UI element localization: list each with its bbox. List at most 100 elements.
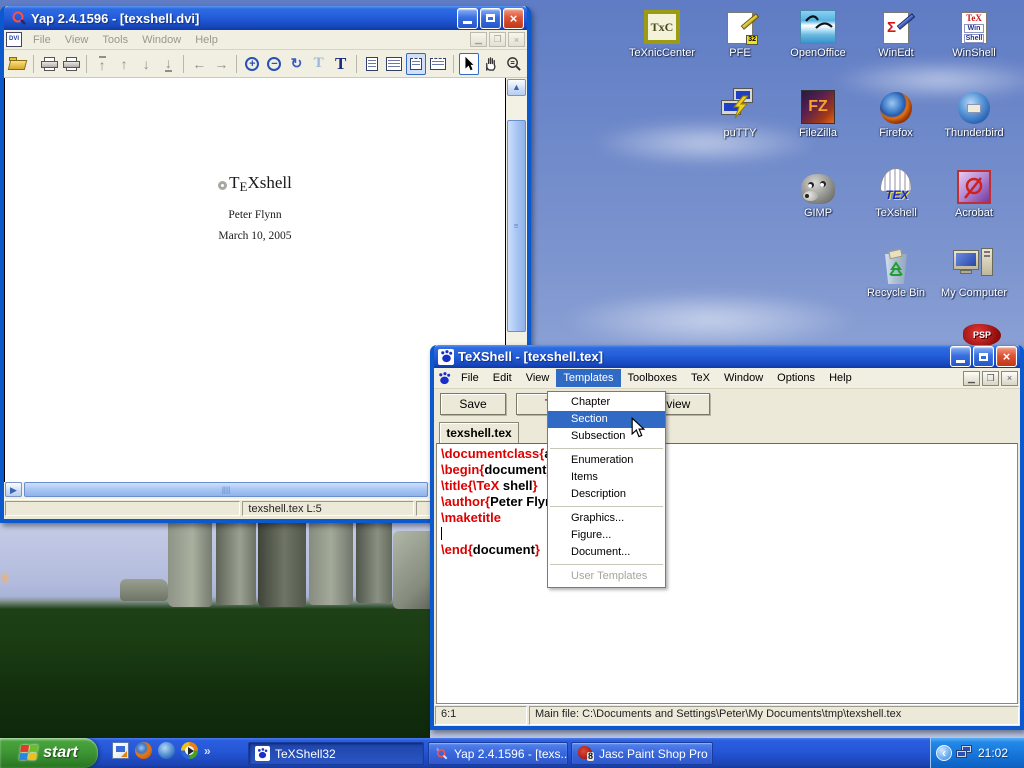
stone	[393, 531, 430, 609]
desktop-icon-filezilla[interactable]: FZ FileZilla	[779, 86, 857, 139]
task-button-yap[interactable]: Yap 2.4.1596 - [texs...	[428, 742, 568, 765]
menu-item-section[interactable]: Section	[548, 411, 665, 428]
menu-toolboxes[interactable]: Toolboxes	[621, 369, 685, 387]
openoffice-icon	[800, 10, 836, 44]
desktop-icon-recyclebin[interactable]: Recycle Bin	[857, 246, 935, 299]
menu-options[interactable]: Options	[770, 369, 822, 387]
texniccenter-glyph: TxC	[651, 20, 674, 35]
menu-item-chapter[interactable]: Chapter	[548, 394, 665, 411]
quick-launch: »	[112, 742, 211, 759]
menu-file[interactable]: File	[454, 369, 486, 387]
texshell-editor[interactable]: \documentclass{article} \begin{document}…	[436, 443, 1018, 704]
menu-item-graphics[interactable]: Graphics...	[548, 510, 665, 527]
yap-menu-window[interactable]: Window	[135, 31, 188, 49]
menu-item-items[interactable]: Items	[548, 469, 665, 486]
horizontal-scroll-thumb[interactable]: ||||	[24, 482, 428, 497]
print-button[interactable]	[39, 53, 59, 75]
texshell-minimize-button[interactable]	[950, 346, 971, 367]
desktop-icon-gimp[interactable]: GIMP	[779, 166, 857, 219]
menu-templates[interactable]: Templates	[556, 369, 620, 387]
continuous-view-button[interactable]	[406, 53, 426, 75]
desktop-icon-winedt[interactable]: Σ WinEdt	[857, 6, 935, 59]
yap-target-ring	[218, 181, 227, 190]
firefox-quicklaunch-icon[interactable]	[135, 742, 152, 759]
text-tool-button[interactable]: T	[331, 53, 351, 75]
yap-mdi-minimize-button[interactable]: ▁	[470, 32, 487, 47]
desktop-icon-putty[interactable]: puTTY	[701, 86, 779, 139]
taskbar-clock[interactable]: 21:02	[978, 746, 1008, 760]
zoom-out-button[interactable]: −	[264, 53, 284, 75]
desktop-icon-mycomputer[interactable]: My Computer	[935, 246, 1013, 299]
menu-item-description[interactable]: Description	[548, 486, 665, 503]
previous-page-button[interactable]: ↑	[114, 53, 134, 75]
task-button-jasc[interactable]: 8 Jasc Paint Shop Pro	[571, 742, 713, 765]
yap-mdi-close-button[interactable]: ×	[508, 32, 525, 47]
refresh-button[interactable]: ↻	[286, 53, 306, 75]
desktop-icon-firefox[interactable]: Firefox	[857, 86, 935, 139]
vertical-scroll-thumb[interactable]: ≡	[507, 120, 526, 332]
last-page-button[interactable]: ↓	[158, 53, 178, 75]
facing-page-view-button[interactable]	[384, 53, 404, 75]
back-button[interactable]: ←	[189, 53, 209, 75]
save-button[interactable]: Save	[440, 393, 506, 415]
zoom-in-button[interactable]: +	[242, 53, 262, 75]
menu-item-enumeration[interactable]: Enumeration	[548, 452, 665, 469]
editor-line: \begin{document}	[441, 462, 1017, 478]
menu-item-figure[interactable]: Figure...	[548, 527, 665, 544]
texshell-close-button[interactable]: ×	[996, 346, 1017, 367]
shell-glyph: Shell	[964, 34, 984, 43]
desktop-icon-winshell[interactable]: TeX Win Shell WinShell	[935, 6, 1013, 59]
texshell-titlebar[interactable]: TeXShell - [texshell.tex] ×	[434, 345, 1020, 368]
desktop-icon-pfe[interactable]: 32 PFE	[701, 6, 779, 59]
yap-mdi-restore-button[interactable]: ❐	[489, 32, 506, 47]
menu-item-document[interactable]: Document...	[548, 544, 665, 561]
yap-titlebar[interactable]: Yap 2.4.1596 - [texshell.dvi] ×	[4, 6, 527, 30]
yap-menu-file[interactable]: File	[26, 31, 58, 49]
continuous-facing-view-button[interactable]	[428, 53, 448, 75]
yap-menu-view[interactable]: View	[58, 31, 96, 49]
show-desktop-icon[interactable]	[112, 742, 129, 759]
menu-item-subsection[interactable]: Subsection	[548, 428, 665, 445]
media-player-icon[interactable]	[181, 742, 198, 759]
yap-toolbar: ↑ ↑ ↓ ↓ ← → + − ↻ T T	[4, 50, 527, 78]
select-tool-button[interactable]	[459, 53, 479, 75]
desktop-icon-openoffice[interactable]: OpenOffice	[779, 6, 857, 59]
task-label: Jasc Paint Shop Pro	[599, 747, 708, 761]
network-tray-icon[interactable]	[956, 745, 974, 761]
yap-menu-help[interactable]: Help	[188, 31, 225, 49]
scroll-up-button[interactable]: ▲	[507, 79, 526, 96]
next-page-button[interactable]: ↓	[136, 53, 156, 75]
first-page-button[interactable]: ↑	[92, 53, 112, 75]
menu-window[interactable]: Window	[717, 369, 770, 387]
mdi-restore-button[interactable]: ❐	[982, 371, 999, 386]
tab-texshell-tex[interactable]: texshell.tex	[439, 422, 519, 443]
ruler-tool-button[interactable]: T	[309, 53, 329, 75]
menu-view[interactable]: View	[519, 369, 557, 387]
texshell-maximize-button[interactable]	[973, 346, 994, 367]
thunderbird-quicklaunch-icon[interactable]	[158, 742, 175, 759]
quicklaunch-chevron[interactable]: »	[204, 744, 211, 758]
print-setup-button[interactable]	[61, 53, 81, 75]
desktop-icon-thunderbird[interactable]: Thunderbird	[935, 86, 1013, 139]
mdi-minimize-button[interactable]: ▁	[963, 371, 980, 386]
menu-edit[interactable]: Edit	[486, 369, 519, 387]
menu-help[interactable]: Help	[822, 369, 859, 387]
start-button[interactable]: start	[0, 738, 98, 768]
single-page-view-button[interactable]	[362, 53, 382, 75]
desktop-icon-acrobat[interactable]: Acrobat	[935, 166, 1013, 219]
yap-menu-tools[interactable]: Tools	[95, 31, 135, 49]
yap-maximize-button[interactable]	[480, 8, 501, 29]
tray-chevron-button[interactable]: ‹	[936, 745, 952, 761]
menu-tex[interactable]: TeX	[684, 369, 717, 387]
hand-tool-button[interactable]	[481, 53, 501, 75]
yap-close-button[interactable]: ×	[503, 8, 524, 29]
open-button[interactable]	[8, 53, 28, 75]
yap-minimize-button[interactable]	[457, 8, 478, 29]
magnifier-tool-button[interactable]	[503, 53, 523, 75]
task-button-texshell32[interactable]: TeXShell32	[248, 742, 424, 765]
desktop-icon-texshell[interactable]: TEX TeXshell	[857, 166, 935, 219]
scroll-right-button[interactable]: ▶	[5, 482, 22, 497]
desktop-icon-texniccenter[interactable]: TxC TeXnicCenter	[623, 6, 701, 59]
forward-button[interactable]: →	[211, 53, 231, 75]
mdi-close-button[interactable]: ×	[1001, 371, 1018, 386]
